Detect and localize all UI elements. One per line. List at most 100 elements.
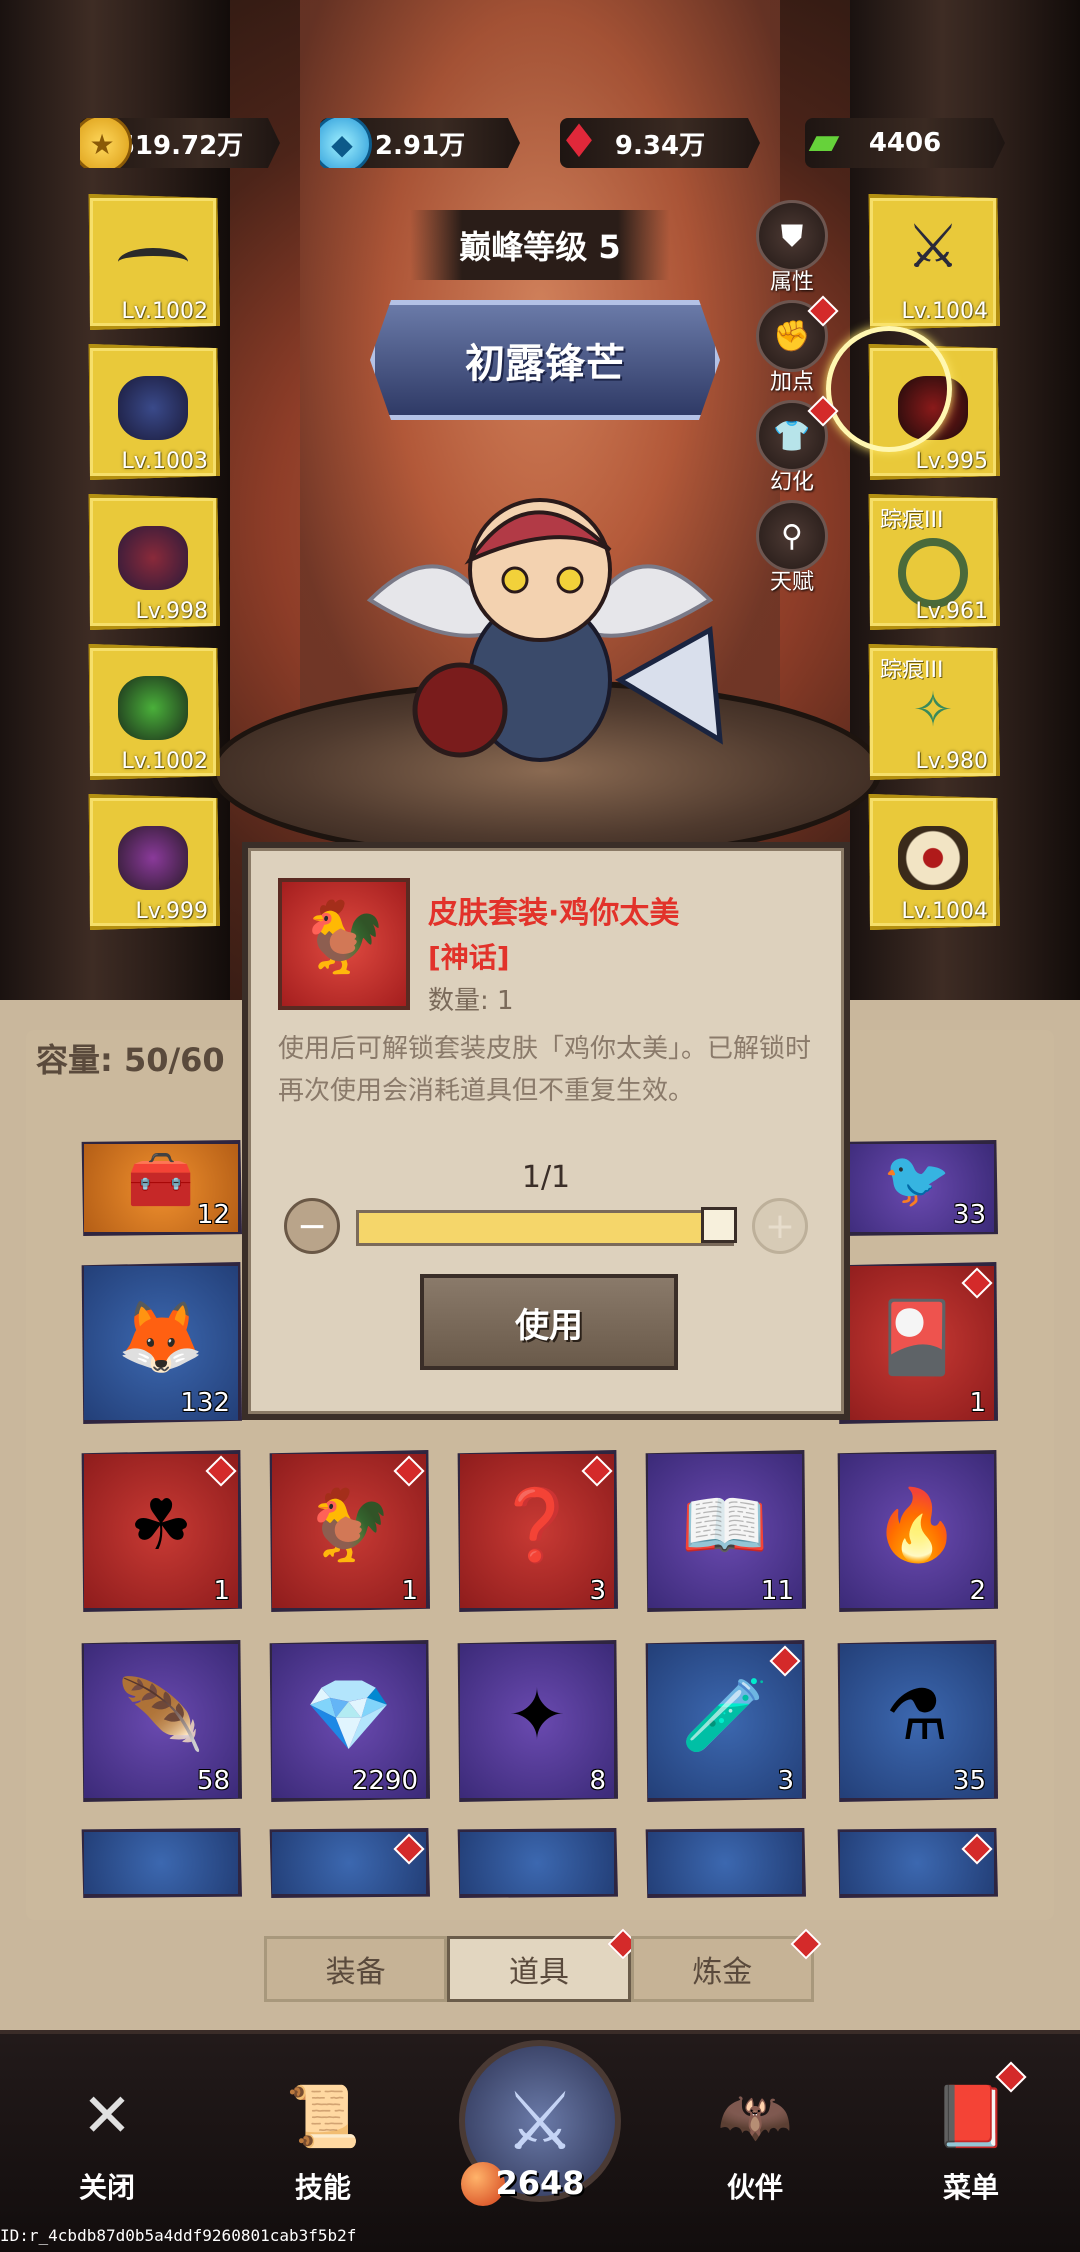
hero-title-banner[interactable]: 初露锋芒	[370, 300, 720, 420]
diamond-counter[interactable]: ◆ 2.91万	[320, 118, 520, 168]
ruby-counter[interactable]: ♦ 9.34万	[560, 118, 760, 168]
talent-label: 天赋	[769, 570, 814, 595]
fox-pet-icon: 🦊	[117, 1296, 205, 1378]
ruby-amount: 9.34万	[614, 130, 706, 161]
item-count: 58	[196, 1766, 230, 1796]
attribute-label: 属性	[769, 270, 814, 295]
inventory-item[interactable]: 🎴 1	[837, 1262, 998, 1424]
inventory-item[interactable]: 🔥 2	[837, 1450, 998, 1612]
debug-id: ID:r_4cbdb87d0b5a4ddf9260801cab3f5b2f	[0, 2226, 357, 2245]
bat-wings-icon: 🦇	[717, 2081, 793, 2152]
inventory-item[interactable]	[457, 1828, 618, 1898]
add-points-button[interactable]: ✊ 加点	[752, 295, 839, 396]
close-button[interactable]: ✕ 关闭	[42, 2066, 172, 2206]
transmog-button[interactable]: 👕 幻化	[752, 395, 839, 496]
gear-slot-necklace[interactable]: 踪痕III ✧ Lv.980	[868, 644, 1000, 780]
inventory-item[interactable]: 🧪 3	[645, 1640, 806, 1802]
tab-items[interactable]: 道具	[447, 1928, 639, 2002]
inventory-item[interactable]	[269, 1828, 430, 1898]
stamina-potion-icon: 🧪	[681, 1674, 769, 1756]
tutorial-highlight-ring	[826, 326, 952, 452]
menu-button[interactable]: 📕 菜单	[906, 2061, 1036, 2206]
slot-item-name: 踪痕III	[880, 508, 944, 533]
battle-power-button[interactable]: ⚔ 2648	[445, 2040, 635, 2210]
hero-character[interactable]	[330, 480, 750, 800]
gear-slot-helmet[interactable]: Lv.1003	[88, 344, 220, 480]
inventory-item[interactable]: 💎 2290	[269, 1640, 430, 1802]
quantity-slider[interactable]	[356, 1207, 737, 1246]
use-button[interactable]: 使用	[420, 1274, 678, 1370]
tab-label: 道具	[508, 1955, 569, 1990]
resource-bar: ★ 519.72万 ◆ 2.91万 ♦ 9.34万 ▰ 4406	[0, 118, 1080, 174]
inventory-item[interactable]: 🧰 12	[81, 1140, 242, 1236]
plus-icon: +	[764, 1205, 796, 1247]
axe-icon: ⚔	[906, 212, 960, 282]
partner-label: 伙伴	[726, 2171, 783, 2204]
inventory-item[interactable]	[645, 1828, 806, 1898]
slider-thumb[interactable]	[701, 1207, 737, 1243]
gear-slot-boots[interactable]: Lv.999	[88, 794, 220, 930]
gold-counter[interactable]: ★ 519.72万	[80, 118, 280, 168]
inventory-item[interactable]	[81, 1828, 242, 1898]
minus-icon: −	[296, 1205, 328, 1247]
increase-button[interactable]: +	[752, 1198, 808, 1254]
gear-slot-weapon[interactable]: ⚔ Lv.1004	[868, 194, 1000, 330]
ruby-icon: ♦	[558, 114, 600, 168]
attribute-button[interactable]: ⛊ 属性	[752, 200, 832, 296]
inventory-item[interactable]: ✦ 8	[457, 1640, 618, 1802]
slot-level: Lv.1004	[901, 299, 988, 324]
slot-level: Lv.1003	[121, 449, 208, 474]
necklace-icon: ✧	[912, 682, 954, 738]
inventory-item[interactable]: ☘ 1	[81, 1450, 242, 1612]
inventory-item[interactable]: ❓ 3	[457, 1450, 618, 1612]
talent-button[interactable]: ⚲ 天赋	[752, 500, 832, 596]
boots-icon	[118, 826, 188, 890]
diamond-amount: 2.91万	[374, 130, 466, 161]
decrease-button[interactable]: −	[284, 1198, 340, 1254]
gear-slot-head[interactable]: Lv.1002	[88, 194, 220, 330]
star-gem-icon: ✦	[507, 1674, 567, 1756]
crystal-cluster-icon: 💎	[305, 1674, 393, 1756]
inventory-item[interactable]	[837, 1828, 998, 1898]
slot-level: Lv.998	[135, 599, 208, 624]
gear-slot-armor[interactable]: Lv.998	[88, 494, 220, 630]
gear-slot-gloves[interactable]: Lv.1002	[88, 644, 220, 780]
cash-bundle-icon: ▰	[808, 118, 840, 164]
helmet-icon	[118, 376, 188, 440]
skills-button[interactable]: 📜 技能	[258, 2066, 388, 2206]
inventory-capacity: 容量: 50/60	[36, 1041, 225, 1079]
item-count: 1	[401, 1576, 418, 1606]
close-label: 关闭	[78, 2171, 135, 2204]
item-count: 2	[969, 1576, 986, 1606]
inventory-item[interactable]: 📖 11	[645, 1450, 806, 1612]
gear-slot-trinket[interactable]: Lv.1004	[868, 794, 1000, 930]
inventory-item[interactable]: 🐦 33	[837, 1140, 998, 1236]
notification-dot	[393, 1455, 425, 1487]
inventory-tabs: 装备 道具 炼金	[264, 1928, 822, 2002]
slot-item-name: 踪痕III	[880, 658, 944, 683]
peak-level-label: 巅峰等级 5	[410, 210, 670, 280]
inventory-item[interactable]: 🪶 58	[81, 1640, 242, 1802]
mystery-puzzle-icon: ❓	[493, 1484, 581, 1566]
feather-icon: 🪶	[117, 1674, 205, 1756]
cash-counter[interactable]: ▰ 4406	[805, 118, 1005, 168]
notification-dot	[769, 1645, 801, 1677]
slot-level: Lv.1002	[121, 749, 208, 774]
add-points-label: 加点	[769, 370, 814, 395]
partner-button[interactable]: 🦇 伙伴	[690, 2066, 820, 2206]
item-quantity: 数量: 1	[428, 986, 514, 1016]
tab-equipment[interactable]: 装备	[264, 1936, 448, 2002]
tab-label: 炼金	[692, 1955, 753, 1990]
inventory-item[interactable]: 🦊 132	[81, 1262, 242, 1424]
inventory-item[interactable]: ⚗ 35	[837, 1640, 998, 1802]
slot-level: Lv.999	[135, 899, 208, 924]
item-count: 11	[760, 1576, 794, 1606]
ring-icon	[898, 538, 968, 608]
inventory-item[interactable]: 🐓 1	[269, 1450, 430, 1612]
tab-alchemy[interactable]: 炼金	[630, 1928, 822, 2002]
scroll-icon: 📜	[285, 2081, 361, 2152]
purple-potion-icon: ⚗	[885, 1674, 949, 1756]
gear-slot-ring[interactable]: 踪痕III Lv.961	[868, 494, 1000, 630]
item-count: 1	[969, 1388, 986, 1418]
chicken-costume-icon: 🐓	[300, 896, 388, 978]
